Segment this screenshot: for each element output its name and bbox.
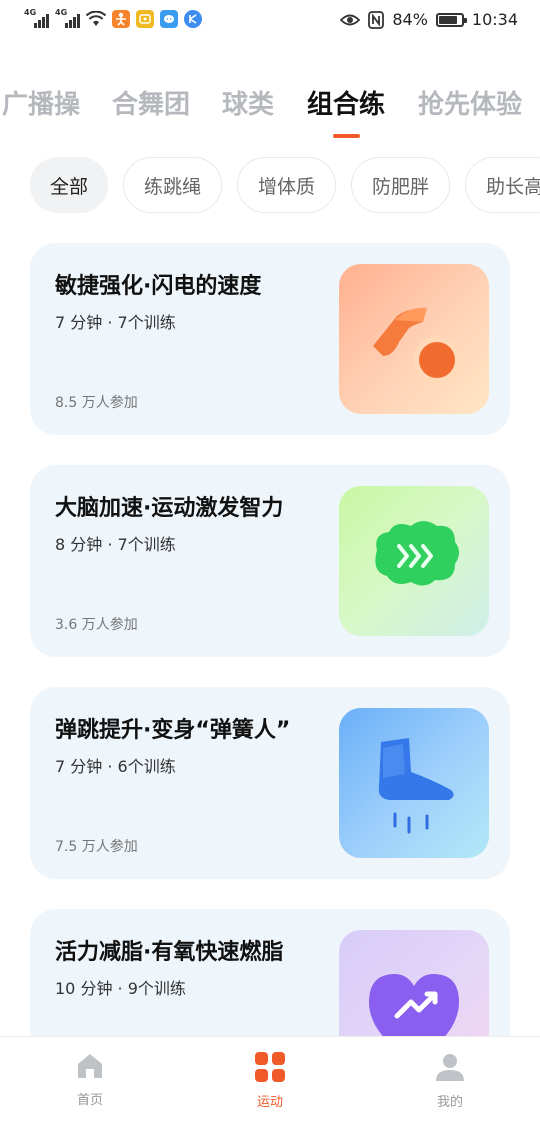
nav-sports[interactable]: 运动 xyxy=(220,1051,320,1110)
chip-prevent-obesity[interactable]: 防肥胖 xyxy=(351,157,450,213)
workout-thumbnail xyxy=(339,264,489,414)
status-bar: 4G 4G 84% 10:34 xyxy=(0,0,540,42)
wifi-icon xyxy=(86,11,106,26)
workout-card-agility[interactable]: 敏捷强化·闪电的速度 7 分钟 · 7个训练 8.5 万人参加 xyxy=(30,243,510,435)
workout-card-brain[interactable]: 大脑加速·运动激发智力 8 分钟 · 7个训练 3.6 万人参加 xyxy=(30,465,510,657)
grid-icon xyxy=(255,1052,285,1082)
workout-duration: 7 分钟 · 6个训练 xyxy=(55,757,176,776)
workout-title: 活力减脂·有氧快速燃脂 xyxy=(55,940,284,965)
brain-speed-icon xyxy=(375,521,459,586)
chip-all[interactable]: 全部 xyxy=(30,157,108,213)
signal-2-icon: 4G xyxy=(55,8,80,28)
bottom-nav: 首页 运动 我的 xyxy=(0,1036,540,1122)
workout-title: 弹跳提升·变身“弹簧人” xyxy=(55,718,291,743)
nav-home-label: 首页 xyxy=(76,1093,103,1108)
nav-profile[interactable]: 我的 xyxy=(400,1051,500,1110)
eye-comfort-icon xyxy=(340,14,361,25)
filter-chips: 全部 练跳绳 增体质 防肥胖 助长高 xyxy=(0,157,540,213)
workout-participants: 8.5 万人参加 xyxy=(55,395,138,411)
workout-card-jump[interactable]: 弹跳提升·变身“弹簧人” 7 分钟 · 6个训练 7.5 万人参加 xyxy=(30,687,510,879)
clock: 10:34 xyxy=(471,10,518,29)
profile-icon xyxy=(436,1054,464,1081)
nav-profile-label: 我的 xyxy=(436,1095,463,1110)
tab-ball-sports[interactable]: 球类 xyxy=(222,84,274,121)
chip-build-fitness[interactable]: 增体质 xyxy=(237,157,336,213)
home-icon xyxy=(78,1054,102,1078)
kugou-icon xyxy=(184,10,202,28)
tab-combo-training[interactable]: 组合练 xyxy=(307,84,385,121)
workout-title: 敏捷强化·闪电的速度 xyxy=(55,274,262,299)
tab-broadcast-exercise[interactable]: 广播操 xyxy=(2,84,80,121)
workout-participants: 7.5 万人参加 xyxy=(55,839,138,855)
category-tabs: 广播操 合舞团 球类 组合练 抢先体验 xyxy=(0,84,540,140)
workout-participants: 3.6 万人参加 xyxy=(55,617,138,633)
nfc-icon xyxy=(368,10,385,29)
workout-duration: 10 分钟 · 9个训练 xyxy=(55,979,186,998)
battery-icon xyxy=(435,12,467,27)
status-right: 84% 10:34 xyxy=(340,10,518,29)
qq-chat-icon xyxy=(160,10,178,28)
foot-jump-icon xyxy=(378,738,454,834)
workout-title: 大脑加速·运动激发智力 xyxy=(55,496,284,521)
network-2-label: 4G xyxy=(55,8,68,17)
hand-ball-icon xyxy=(373,307,461,384)
battery-percent: 84% xyxy=(392,10,428,29)
nav-sports-label: 运动 xyxy=(256,1095,283,1110)
network-1-label: 4G xyxy=(24,8,37,17)
tab-early-access[interactable]: 抢先体验 xyxy=(418,84,522,121)
status-left: 4G 4G xyxy=(24,8,202,28)
workout-thumbnail xyxy=(339,708,489,858)
fitness-app-icon xyxy=(112,10,130,28)
tab-dance-group[interactable]: 合舞团 xyxy=(112,84,190,121)
nav-home[interactable]: 首页 xyxy=(40,1051,140,1108)
workout-duration: 7 分钟 · 7个训练 xyxy=(55,313,176,332)
signal-1-icon: 4G xyxy=(24,8,49,28)
chip-jump-rope[interactable]: 练跳绳 xyxy=(123,157,222,213)
workout-thumbnail xyxy=(339,486,489,636)
chip-grow-taller[interactable]: 助长高 xyxy=(465,157,540,213)
workout-duration: 8 分钟 · 7个训练 xyxy=(55,535,176,554)
active-tab-indicator xyxy=(333,134,360,138)
qq-browser-icon xyxy=(136,10,154,28)
